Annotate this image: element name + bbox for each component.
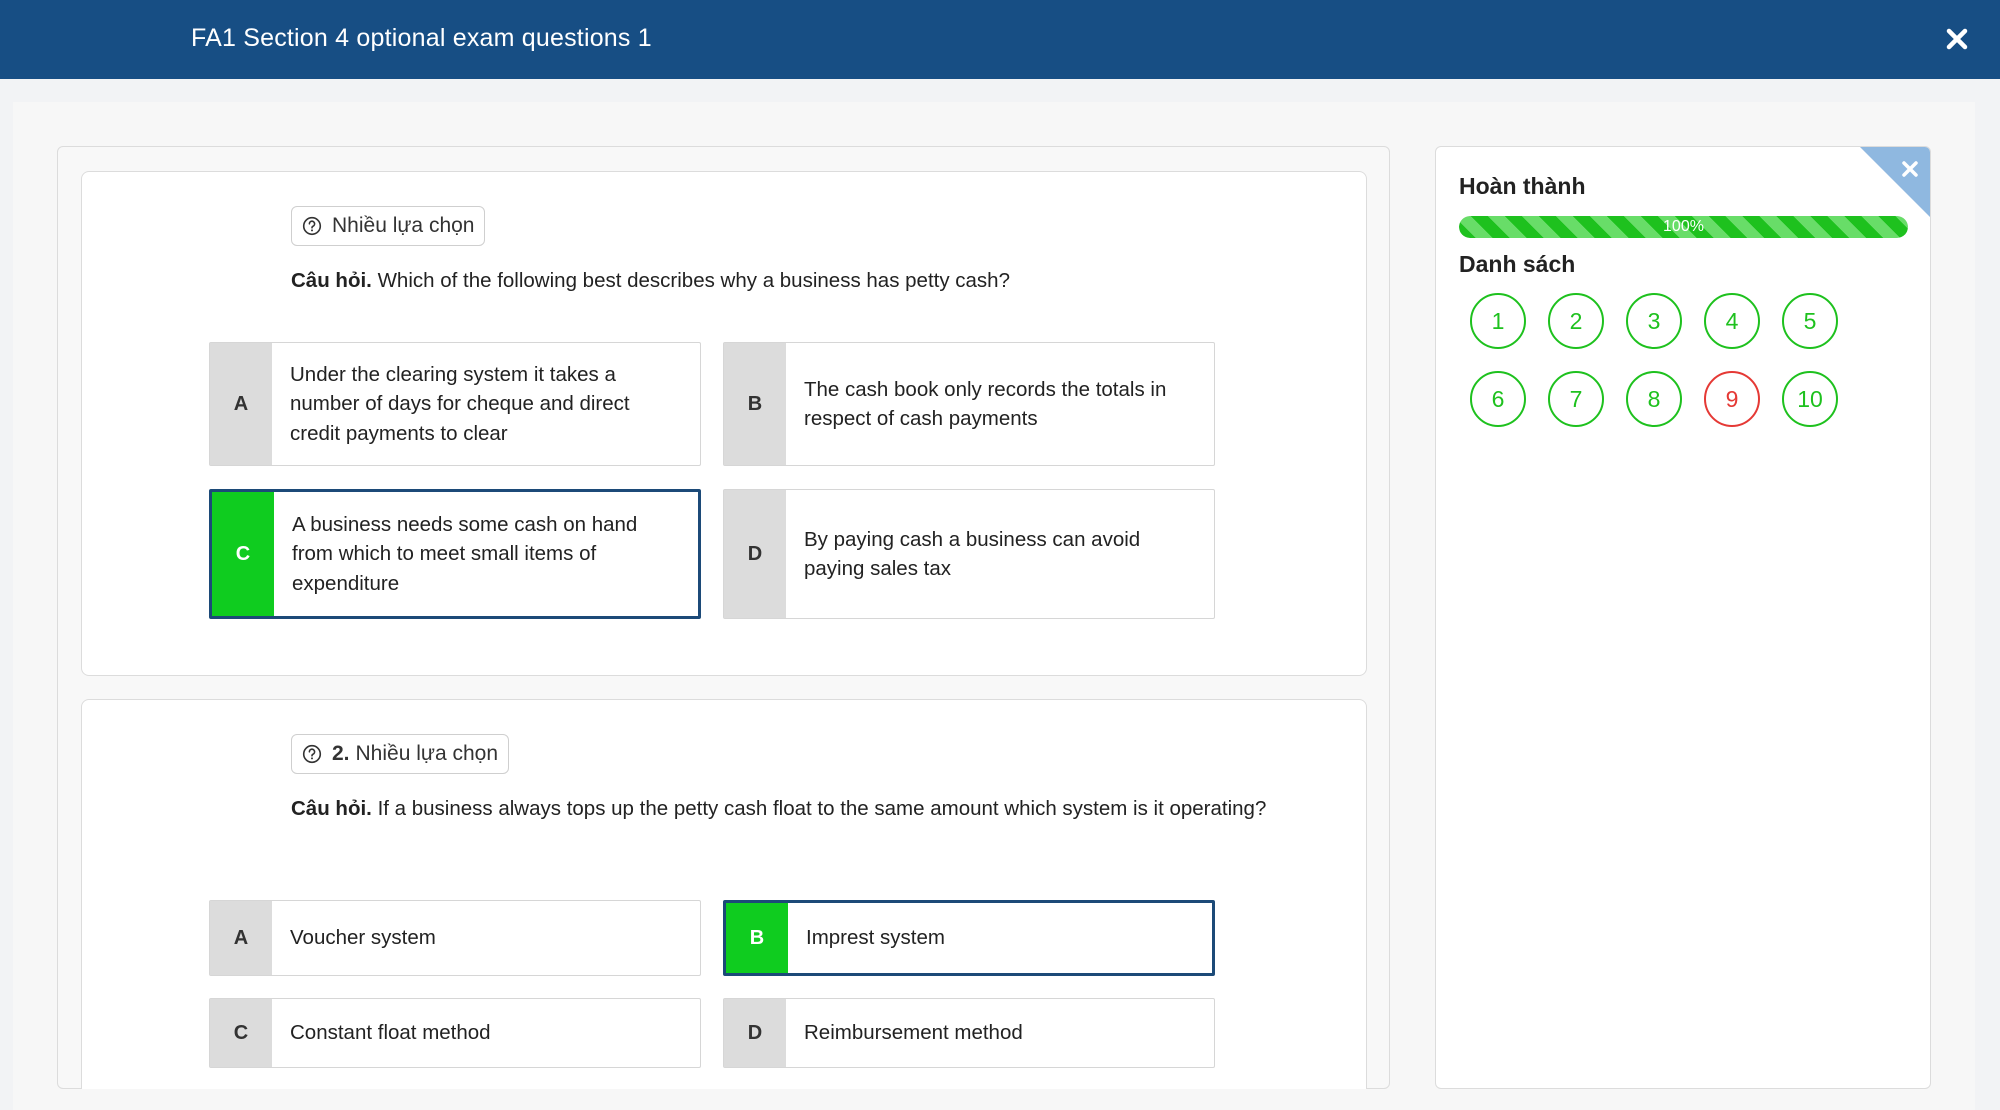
question-circle-icon	[302, 744, 322, 764]
option-d[interactable]: D By paying cash a business can avoid pa…	[723, 489, 1215, 619]
option-letter: A	[210, 901, 272, 975]
question-number-9[interactable]: 9	[1704, 371, 1760, 427]
question-type-label: Nhiều lựa chọn	[332, 214, 475, 237]
close-panel-button[interactable]	[1898, 157, 1922, 181]
option-letter: A	[210, 343, 272, 465]
progress-label: 100%	[1663, 218, 1704, 235]
list-title: Danh sách	[1459, 251, 1576, 277]
option-text: A business needs some cash on hand from …	[292, 512, 638, 595]
option-text: Voucher system	[290, 926, 436, 950]
question-label: Câu hỏi.	[291, 269, 372, 292]
question-number-8[interactable]: 8	[1626, 371, 1682, 427]
question-number-2[interactable]: 2	[1548, 293, 1604, 349]
question-number: 2.	[332, 742, 350, 765]
close-exam-button[interactable]	[1940, 22, 1974, 56]
option-text: Imprest system	[806, 926, 945, 950]
option-letter: C	[210, 999, 272, 1067]
close-icon	[1902, 161, 1918, 177]
question-number-7[interactable]: 7	[1548, 371, 1604, 427]
option-letter: B	[724, 343, 786, 465]
question-body: If a business always tops up the petty c…	[377, 797, 1267, 820]
close-icon	[1946, 28, 1968, 50]
question-body: Which of the following best describes wh…	[377, 269, 1010, 292]
option-a[interactable]: A Under the clearing system it takes a n…	[209, 342, 701, 466]
option-c[interactable]: C Constant float method	[209, 998, 701, 1068]
question-type-badge: 2. Nhiều lựa chọn	[291, 734, 509, 774]
option-letter: C	[212, 492, 274, 616]
question-type-label: Nhiều lựa chọn	[355, 742, 498, 765]
list-bottom-edge	[57, 1089, 1390, 1110]
option-letter: B	[726, 903, 788, 973]
question-number-1[interactable]: 1	[1470, 293, 1526, 349]
option-text: Constant float method	[290, 1021, 491, 1045]
question-label: Câu hỏi.	[291, 797, 372, 820]
option-text: Under the clearing system it takes a num…	[290, 362, 630, 445]
question-number-5[interactable]: 5	[1782, 293, 1838, 349]
question-number-10[interactable]: 10	[1782, 371, 1838, 427]
exam-title: FA1 Section 4 optional exam questions 1	[191, 24, 652, 52]
option-text: Reimbursement method	[804, 1021, 1023, 1045]
question-text: Câu hỏi. Which of the following best des…	[291, 266, 1301, 296]
option-a[interactable]: A Voucher system	[209, 900, 701, 976]
option-text: By paying cash a business can avoid payi…	[804, 527, 1141, 581]
question-number-4[interactable]: 4	[1704, 293, 1760, 349]
top-bar: FA1 Section 4 optional exam questions 1	[0, 0, 2000, 79]
option-text: The cash book only records the totals in…	[804, 377, 1167, 431]
question-type-badge: Nhiều lựa chọn	[291, 206, 486, 246]
question-number-6[interactable]: 6	[1470, 371, 1526, 427]
question-text: Câu hỏi. If a business always tops up th…	[291, 794, 1301, 824]
progress-title: Hoàn thành	[1459, 173, 1586, 199]
option-b[interactable]: B Imprest system	[723, 900, 1215, 976]
option-letter: D	[724, 490, 786, 618]
question-circle-icon	[302, 216, 322, 236]
question-number-3[interactable]: 3	[1626, 293, 1682, 349]
option-b[interactable]: B The cash book only records the totals …	[723, 342, 1215, 466]
option-d[interactable]: D Reimbursement method	[723, 998, 1215, 1068]
option-letter: D	[724, 999, 786, 1067]
progress-bar: 100%	[1459, 216, 1908, 238]
option-c[interactable]: C A business needs some cash on hand fro…	[209, 489, 701, 619]
progress-panel: Hoàn thành 100% Danh sách 1 2 3 4 5 6 7 8 9 10	[1435, 146, 1931, 1089]
